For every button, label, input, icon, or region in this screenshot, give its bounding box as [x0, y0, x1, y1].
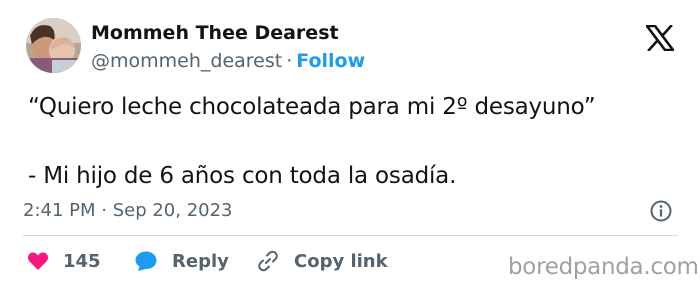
divider [23, 235, 678, 236]
tweet-text-line-2: - Mi hijo de 6 años con toda la osadía. [28, 163, 457, 189]
copy-link-button[interactable]: Copy link [256, 249, 388, 273]
copy-link-label: Copy link [294, 250, 388, 272]
x-logo-icon[interactable] [646, 25, 674, 51]
timestamp[interactable]: 2:41 PM · Sep 20, 2023 [23, 200, 233, 221]
tweet-text-line-1: “Quiero leche chocolateada para mi 2º de… [28, 94, 596, 120]
like-count: 145 [63, 250, 101, 272]
info-icon[interactable] [649, 199, 673, 223]
follow-button[interactable]: Follow [296, 50, 365, 72]
avatar-photo [26, 18, 81, 73]
handle-separator: · [286, 50, 293, 72]
display-name[interactable]: Mommeh Thee Dearest [91, 22, 339, 44]
handle-row: @mommeh_dearest · Follow [91, 50, 365, 72]
watermark: boredpanda.com [508, 254, 699, 280]
link-icon [258, 250, 278, 272]
tweet-card: Mommeh Thee Dearest @mommeh_dearest · Foll… [0, 0, 700, 288]
handle[interactable]: @mommeh_dearest [91, 50, 282, 72]
heart-icon [27, 252, 49, 270]
avatar[interactable] [26, 18, 81, 73]
like-button[interactable]: 145 [27, 249, 101, 273]
reply-label: Reply [172, 250, 229, 272]
reply-button[interactable]: Reply [134, 249, 229, 273]
speech-bubble-icon [135, 251, 157, 271]
